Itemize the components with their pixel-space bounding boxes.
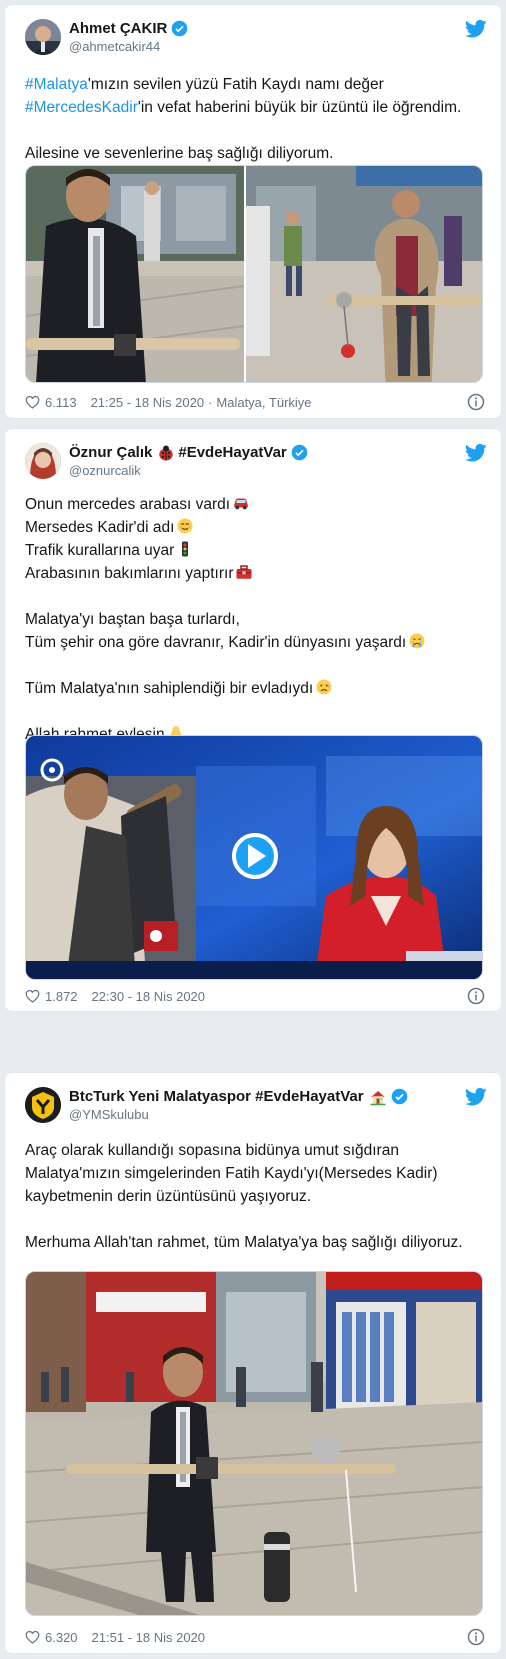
timestamp[interactable]: 21:51 - 18 Nis 2020 <box>92 1630 205 1645</box>
hashtag-link[interactable]: #Malatya <box>25 76 88 93</box>
tweet-card-2[interactable]: Öznur Çalık #EvdeHayatVar @oznurcalik On… <box>4 428 502 1012</box>
verified-badge-icon <box>391 1088 407 1105</box>
info-icon[interactable] <box>467 1628 485 1646</box>
info-icon[interactable] <box>467 987 485 1005</box>
twitter-bird-icon[interactable] <box>465 1087 487 1107</box>
tweet-text-line: Merhuma Allah'tan rahmet, tüm Malatya'ya… <box>25 1234 463 1251</box>
display-name-text[interactable]: Öznur Çalık <box>69 443 152 462</box>
traffic-light-emoji <box>182 541 189 557</box>
avatar[interactable] <box>25 19 61 55</box>
twitter-bird-icon[interactable] <box>465 443 487 463</box>
tweet-text-line: Mersedes Kadir'di adı <box>25 519 175 536</box>
car-emoji <box>234 498 248 510</box>
toolbox-emoji <box>236 565 252 579</box>
tweet-text-line: Tüm Malatya'nın sahiplendiği bir evladıy… <box>25 680 314 697</box>
timestamp[interactable]: 22:30 - 18 Nis 2020 <box>92 989 205 1004</box>
tweet-footer: 6.320 21:51 - 18 Nis 2020 <box>25 1628 485 1646</box>
heart-icon[interactable] <box>25 989 40 1003</box>
tweet-text: Araç olarak kullandığı sopasına bidünya … <box>25 1139 485 1254</box>
crying-emoji <box>409 633 425 649</box>
tweet-video[interactable] <box>25 735 483 980</box>
verified-badge-icon <box>291 444 308 461</box>
sad-emoji <box>316 679 332 695</box>
tweet-footer: 1.872 22:30 - 18 Nis 2020 <box>25 987 485 1005</box>
tweet-header: Ahmet ÇAKIR @ahmetcakir44 <box>25 19 487 59</box>
like-count[interactable]: 1.872 <box>45 989 78 1004</box>
display-name[interactable]: Ahmet ÇAKIR <box>69 19 188 38</box>
separator-dot: · <box>208 394 213 410</box>
house-emoji <box>370 1090 386 1105</box>
tweet-text-line: Araç olarak kullandığı sopasına bidünya … <box>25 1142 399 1159</box>
display-name-text[interactable]: Ahmet ÇAKIR <box>69 19 167 38</box>
tweet-photo[interactable] <box>25 165 483 383</box>
tweet-card-1[interactable]: Ahmet ÇAKIR @ahmetcakir44 #Malatya'mızın… <box>4 4 502 419</box>
tweet-text-line: Trafik kurallarına uyar <box>25 542 175 559</box>
tweet-header: Öznur Çalık #EvdeHayatVar @oznurcalik <box>25 443 487 483</box>
tweet-text-line: kaybetmenin derin üzüntüsünü yaşıyoruz. <box>25 1188 312 1205</box>
tweet-header: BtcTurk Yeni Malatyaspor #EvdeHayatVar @… <box>25 1087 487 1127</box>
display-name-text[interactable]: BtcTurk Yeni Malatyaspor #EvdeHayatVar <box>69 1087 364 1106</box>
tweet-text-line: Tüm şehir ona göre davranır, Kadir'in dü… <box>25 634 407 651</box>
like-count[interactable]: 6.320 <box>45 1630 78 1645</box>
display-name-hashtag[interactable]: #EvdeHayatVar <box>178 443 286 462</box>
tweet-footer: 6.113 21:25 - 18 Nis 2020 · Malatya, Tür… <box>25 393 485 411</box>
timestamp[interactable]: 21:25 - 18 Nis 2020 <box>91 395 204 410</box>
display-name[interactable]: Öznur Çalık #EvdeHayatVar <box>69 443 308 462</box>
user-handle[interactable]: @ahmetcakir44 <box>69 38 188 55</box>
hashtag-link[interactable]: #MercedesKadir <box>25 99 138 116</box>
tweet-location[interactable]: Malatya, Türkiye <box>216 395 311 410</box>
tweet-card-3[interactable]: BtcTurk Yeni Malatyaspor #EvdeHayatVar @… <box>4 1072 502 1654</box>
avatar[interactable] <box>25 443 61 479</box>
tweet-text: Onun mercedes arabası vardı Mersedes Kad… <box>25 493 485 746</box>
tweet-text-line: Arabasının bakımlarını yaptırır <box>25 565 234 582</box>
heart-icon[interactable] <box>25 395 40 409</box>
user-handle[interactable]: @YMSkulubu <box>69 1106 408 1123</box>
display-name[interactable]: BtcTurk Yeni Malatyaspor #EvdeHayatVar <box>69 1087 408 1106</box>
twitter-bird-icon[interactable] <box>465 19 487 39</box>
tweet-text-line: Ailesine ve sevenlerine baş sağlığı dili… <box>25 145 334 162</box>
smile-emoji <box>177 518 193 534</box>
tweet-text-line: 'mızın sevilen yüzü Fatih Kaydı namı değ… <box>87 76 384 93</box>
tweet-text: #Malatya'mızın sevilen yüzü Fatih Kaydı … <box>25 73 485 165</box>
like-count[interactable]: 6.113 <box>45 395 77 410</box>
tweet-photo[interactable] <box>25 1271 483 1616</box>
tweet-text-line: Onun mercedes arabası vardı <box>25 496 231 513</box>
verified-badge-icon <box>172 20 188 37</box>
ladybug-emoji <box>159 445 174 460</box>
tweet-text-line: Malatya'yı baştan başa turlardı, <box>25 611 240 628</box>
tweet-text-line: Malatya'mızın simgelerinden Fatih Kaydı'… <box>25 1165 438 1182</box>
user-handle[interactable]: @oznurcalik <box>69 462 308 479</box>
heart-icon[interactable] <box>25 1630 40 1644</box>
info-icon[interactable] <box>467 393 485 411</box>
avatar[interactable] <box>25 1087 61 1123</box>
tweet-text-line: 'in vefat haberini büyük bir üzüntü ile … <box>137 99 462 116</box>
